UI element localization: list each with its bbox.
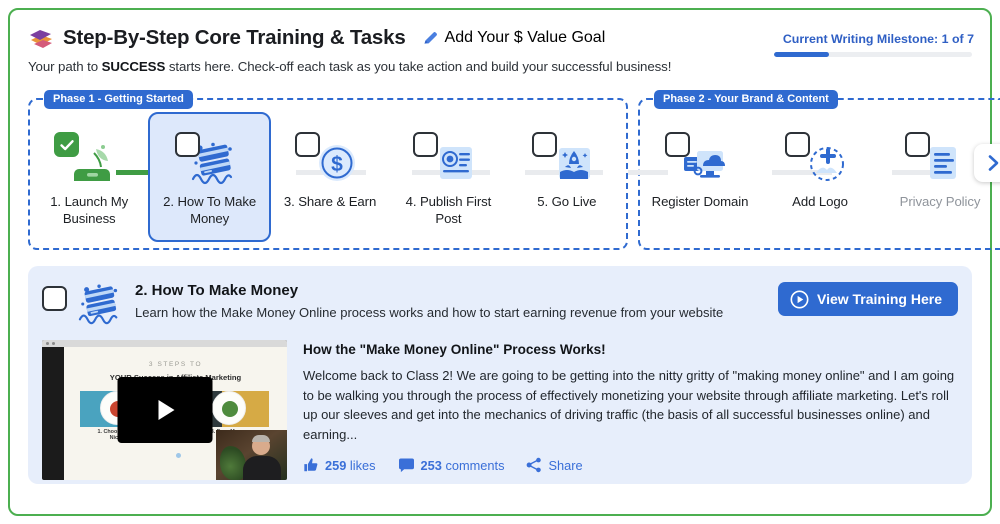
phase-2-steps: Register Domain Add Logo [640,122,1000,248]
likes-item[interactable]: 259 likes [303,457,376,473]
layers-logo-icon [28,26,54,50]
chevron-right-icon [983,153,1000,173]
milestone-progress-fill [774,52,829,57]
step-1-checkbox[interactable] [54,132,79,157]
training-card-frame: Step-By-Step Core Training & Tasks Add Y… [8,8,992,516]
phase-1-panel: Phase 1 - Getting Started [28,98,628,250]
likes-count: 259 [325,458,346,473]
task-description: Learn how the Make Money Online process … [135,305,768,320]
phase-panels: Phase 1 - Getting Started [28,98,990,253]
slide-kicker: 3 STEPS TO [64,361,287,368]
step-2-icon-stack [173,134,247,186]
post-title: How the "Make Money Online" Process Work… [303,342,958,357]
add-value-goal-label: Add Your $ Value Goal [445,29,606,47]
step-register-domain[interactable]: Register Domain [640,122,760,211]
task-header-row: 2. How To Make Money Learn how the Make … [42,278,958,326]
subtitle: Your path to SUCCESS starts here. Check-… [28,59,972,74]
check-icon [59,137,75,153]
presenter-hair [252,435,270,442]
slide-circle-3 [212,391,246,425]
step-launch-my-business[interactable]: 1. Launch My Business [30,122,148,227]
step-share-and-earn[interactable]: $ 3. Share & Earn [271,122,389,211]
window-dot [52,342,55,345]
task-body: 3 STEPS TO YOUR Success in Affiliate Mar… [42,340,958,480]
milestone-label: Current Writing Milestone: 1 of 7 [774,32,974,46]
step-publish-first-post[interactable]: 4. Publish First Post [389,122,507,227]
window-dot [46,342,49,345]
comments-count: 253 [421,458,442,473]
step-1-icon-stack [52,134,126,186]
next-phase-button[interactable] [974,144,1000,182]
subtitle-pre: Your path to [28,59,102,74]
phase-1-steps: 1. Launch My Business [30,122,626,248]
milestone-block: Current Writing Milestone: 1 of 7 [774,32,974,57]
step-how-to-make-money[interactable]: 2. How To Make Money [148,112,270,242]
task-text-block: 2. How To Make Money Learn how the Make … [135,278,768,320]
subtitle-post: starts here. Check-off each task as you … [165,59,671,74]
step-5-icon-stack [530,134,604,186]
milestone-progress-track [774,52,972,57]
step-3-label: 3. Share & Earn [271,194,389,211]
step-logo-label: Add Logo [760,194,880,211]
likes-label: likes [350,458,376,473]
step-5-label: 5. Go Live [508,194,626,211]
comments-text: 253 comments [421,458,505,473]
step-domain-checkbox[interactable] [665,132,690,157]
pencil-icon [422,30,439,47]
add-value-goal-link[interactable]: Add Your $ Value Goal [422,29,606,47]
view-training-button[interactable]: View Training Here [778,282,958,316]
step-add-logo[interactable]: Add Logo [760,122,880,211]
subtitle-bold: SUCCESS [102,59,166,74]
comments-item[interactable]: 253 comments [398,458,505,473]
step-4-icon-stack [411,134,485,186]
likes-text: 259 likes [325,458,376,473]
post-body: Welcome back to Class 2! We are going to… [303,366,958,444]
view-training-label: View Training Here [817,291,942,307]
share-icon [526,457,542,473]
step-3-icon-stack: $ [293,134,367,186]
presenter-webcam [216,430,287,480]
video-thumbnail[interactable]: 3 STEPS TO YOUR Success in Affiliate Mar… [42,340,287,480]
credit-card-icon [77,282,125,326]
task-detail-card: 2. How To Make Money Learn how the Make … [28,266,972,484]
phase-2-badge: Phase 2 - Your Brand & Content [654,90,838,109]
slide-pagination-dot [176,453,181,458]
presenter-torso [243,456,281,480]
task-complete-checkbox[interactable] [42,286,67,311]
step-logo-icon-stack [783,134,857,186]
step-2-checkbox[interactable] [175,132,200,157]
step-privacy-checkbox[interactable] [905,132,930,157]
step-go-live[interactable]: 5. Go Live [508,122,626,211]
video-play-button[interactable] [117,377,212,443]
step-domain-label: Register Domain [640,194,760,211]
engagement-row: 259 likes 253 comments [303,457,958,473]
play-triangle-icon [148,393,182,427]
step-privacy-label: Privacy Policy [880,194,1000,211]
task-title: 2. How To Make Money [135,282,768,299]
step-2-label: 2. How To Make Money [150,194,268,227]
step-4-checkbox[interactable] [413,132,438,157]
page-title: Step-By-Step Core Training & Tasks [63,26,406,50]
phase-2-panel: Phase 2 - Your Brand & Content [638,98,1000,250]
svg-text:$: $ [331,153,343,176]
share-label: Share [548,458,582,473]
video-top-bar [42,340,287,347]
comment-bubble-icon [398,458,415,473]
play-circle-icon [790,290,809,309]
step-privacy-icon-stack [903,134,977,186]
step-1-label: 1. Launch My Business [30,194,148,227]
thumbs-up-icon [303,457,319,473]
phase-1-badge: Phase 1 - Getting Started [44,90,193,109]
share-item[interactable]: Share [526,457,582,473]
step-5-checkbox[interactable] [532,132,557,157]
comments-label: comments [445,458,504,473]
step-4-label: 4. Publish First Post [389,194,507,227]
step-domain-icon-stack [663,134,737,186]
post-content: How the "Make Money Online" Process Work… [303,340,958,480]
step-logo-checkbox[interactable] [785,132,810,157]
step-3-checkbox[interactable] [295,132,320,157]
